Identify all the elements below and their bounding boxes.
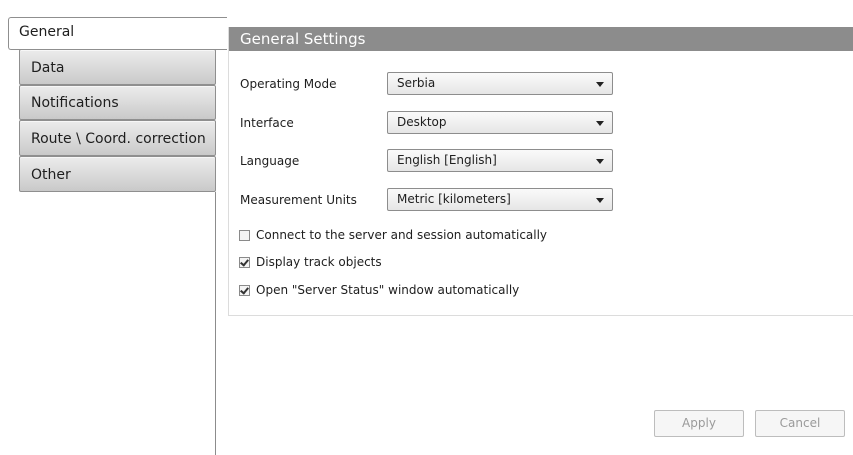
operating-mode-label: Operating Mode xyxy=(240,77,337,91)
cancel-button[interactable]: Cancel xyxy=(755,410,845,437)
display-track-objects-option[interactable]: Display track objects xyxy=(239,254,382,270)
language-select[interactable]: English [English] xyxy=(387,149,613,172)
apply-button[interactable]: Apply xyxy=(654,410,744,437)
language-value: English [English] xyxy=(397,153,497,167)
display-track-objects-checkbox[interactable] xyxy=(239,256,250,268)
open-server-status-label: Open "Server Status" window automaticall… xyxy=(256,283,520,297)
measurement-units-select[interactable]: Metric [kilometers] xyxy=(387,188,613,211)
measurement-units-value: Metric [kilometers] xyxy=(397,192,511,206)
panel-title: General Settings xyxy=(229,27,853,51)
dropdown-arrow-icon xyxy=(596,198,604,203)
dropdown-arrow-icon xyxy=(596,159,604,164)
measurement-units-label: Measurement Units xyxy=(240,193,357,207)
interface-value: Desktop xyxy=(397,115,447,129)
settings-tab-list: Data Notifications Route \ Coord. correc… xyxy=(0,0,227,455)
auto-connect-checkbox[interactable] xyxy=(239,229,250,241)
dropdown-arrow-icon xyxy=(596,82,604,87)
interface-select[interactable]: Desktop xyxy=(387,111,613,134)
tab-data[interactable]: Data xyxy=(19,49,216,85)
operating-mode-value: Serbia xyxy=(397,76,436,90)
open-server-status-checkbox[interactable] xyxy=(239,284,250,296)
language-label: Language xyxy=(240,154,300,168)
tab-other[interactable]: Other xyxy=(19,156,216,192)
display-track-objects-label: Display track objects xyxy=(256,255,382,269)
tab-divider xyxy=(215,192,216,455)
tab-route-coord-correction[interactable]: Route \ Coord. correction xyxy=(19,120,216,156)
tab-general[interactable]: General xyxy=(8,17,227,50)
dropdown-arrow-icon xyxy=(596,121,604,126)
open-server-status-option[interactable]: Open "Server Status" window automaticall… xyxy=(239,282,519,298)
auto-connect-option[interactable]: Connect to the server and session automa… xyxy=(239,227,547,243)
operating-mode-select[interactable]: Serbia xyxy=(387,72,613,95)
interface-label: Interface xyxy=(240,116,294,130)
tab-notifications[interactable]: Notifications xyxy=(19,85,216,120)
auto-connect-label: Connect to the server and session automa… xyxy=(256,228,548,242)
